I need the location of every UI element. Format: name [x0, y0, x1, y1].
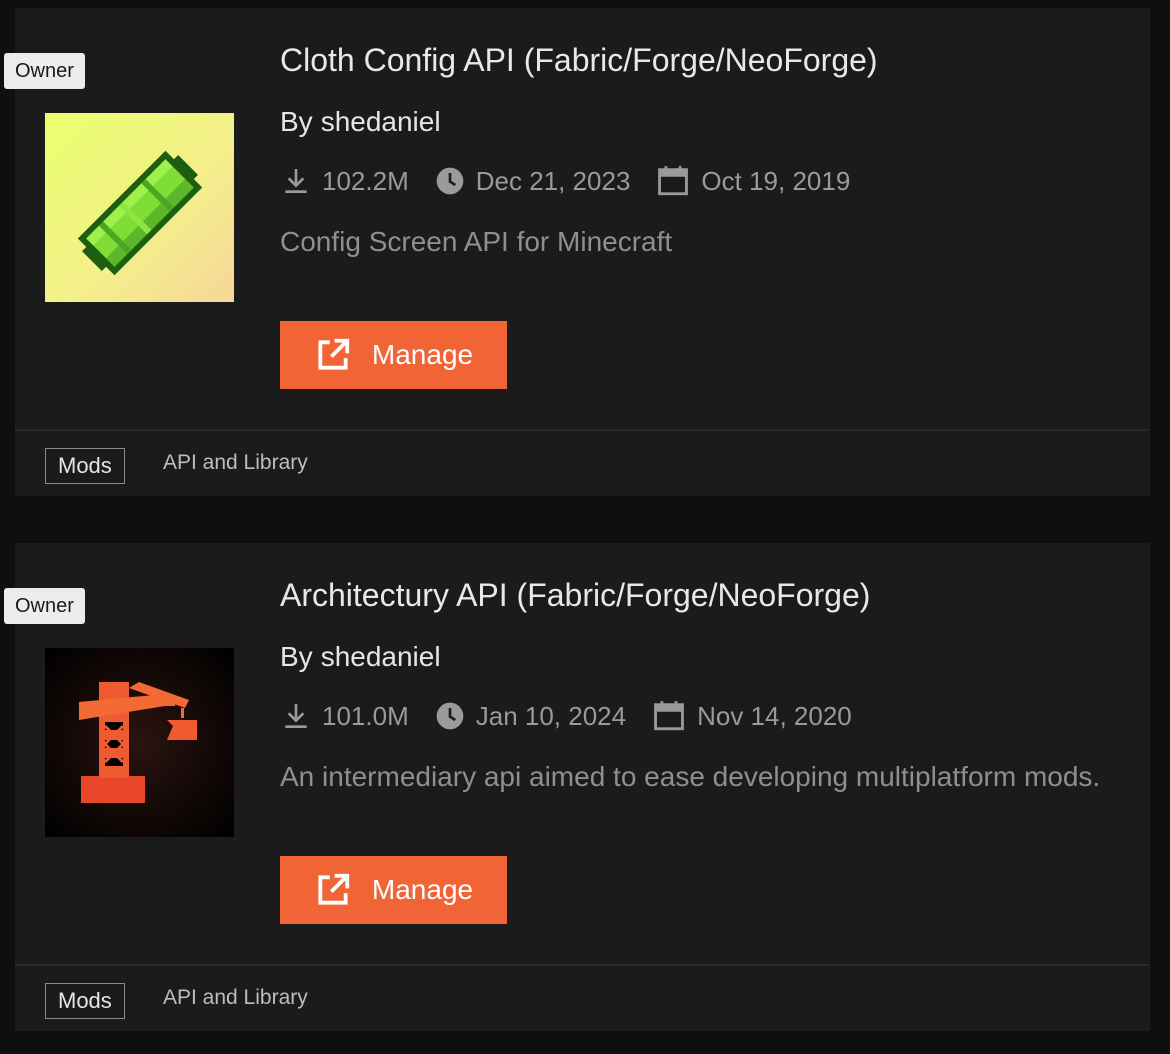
manage-label: Manage [371, 874, 474, 905]
author-link[interactable]: shedaniel [321, 641, 441, 672]
updated-stat: Dec 21, 2023 [434, 165, 631, 197]
mod-description: An intermediary api aimed to ease develo… [280, 761, 1101, 792]
download-icon [285, 704, 307, 728]
stats-row: 101.0M Jan 10, 2024 Nov 14, 2020 [280, 699, 877, 733]
downloads-stat: 102.2M [280, 165, 409, 197]
created-stat: Oct 19, 2019 [655, 164, 850, 198]
mod-title[interactable]: Architectury API (Fabric/Forge/NeoForge) [280, 577, 870, 614]
mod-description: Config Screen API for Minecraft [280, 226, 673, 257]
updated-date: Jan 10, 2024 [475, 700, 627, 731]
created-stat: Nov 14, 2020 [651, 699, 852, 733]
by-label: By [280, 641, 313, 672]
updated-date: Dec 21, 2023 [475, 165, 631, 196]
external-link-icon [318, 873, 350, 905]
by-label: By [280, 106, 313, 137]
mod-card-body: Owner [4, 8, 1150, 429]
manage-label: Manage [371, 339, 474, 370]
mod-thumbnail[interactable] [45, 648, 234, 837]
architectury-crane-logo-icon [45, 648, 234, 837]
calendar-icon [654, 701, 684, 731]
manage-button[interactable]: Manage [280, 321, 507, 389]
updated-stat: Jan 10, 2024 [434, 700, 626, 732]
card-footer: Mods API and Library [15, 429, 1150, 496]
mod-card: Owner [4, 8, 1150, 496]
mod-card: Owner [4, 543, 1150, 1031]
author-link[interactable]: shedaniel [321, 106, 441, 137]
cloth-config-logo-icon [45, 113, 234, 302]
external-link-icon [318, 338, 350, 370]
stats-row: 102.2M Dec 21, 2023 Oct 19, 2019 [280, 164, 875, 198]
clock-icon [436, 702, 464, 730]
calendar-icon [658, 166, 689, 196]
download-icon [285, 169, 307, 193]
mod-title[interactable]: Cloth Config API (Fabric/Forge/NeoForge) [280, 42, 878, 79]
author-row: By shedaniel [280, 106, 441, 138]
category-link[interactable]: API and Library [163, 986, 308, 1010]
owner-badge: Owner [4, 53, 85, 89]
type-tag[interactable]: Mods [45, 448, 125, 484]
owner-badge: Owner [4, 588, 85, 624]
created-date: Nov 14, 2020 [697, 700, 852, 731]
manage-button[interactable]: Manage [280, 856, 507, 924]
downloads-stat: 101.0M [280, 700, 409, 732]
downloads-count: 102.2M [322, 165, 409, 196]
downloads-count: 101.0M [322, 700, 409, 731]
clock-icon [436, 167, 464, 195]
mod-thumbnail[interactable] [45, 113, 234, 302]
type-tag[interactable]: Mods [45, 983, 125, 1019]
author-row: By shedaniel [280, 641, 441, 673]
category-link[interactable]: API and Library [163, 451, 308, 475]
card-footer: Mods API and Library [15, 964, 1150, 1031]
mod-card-body: Owner [4, 543, 1150, 964]
created-date: Oct 19, 2019 [701, 165, 851, 196]
